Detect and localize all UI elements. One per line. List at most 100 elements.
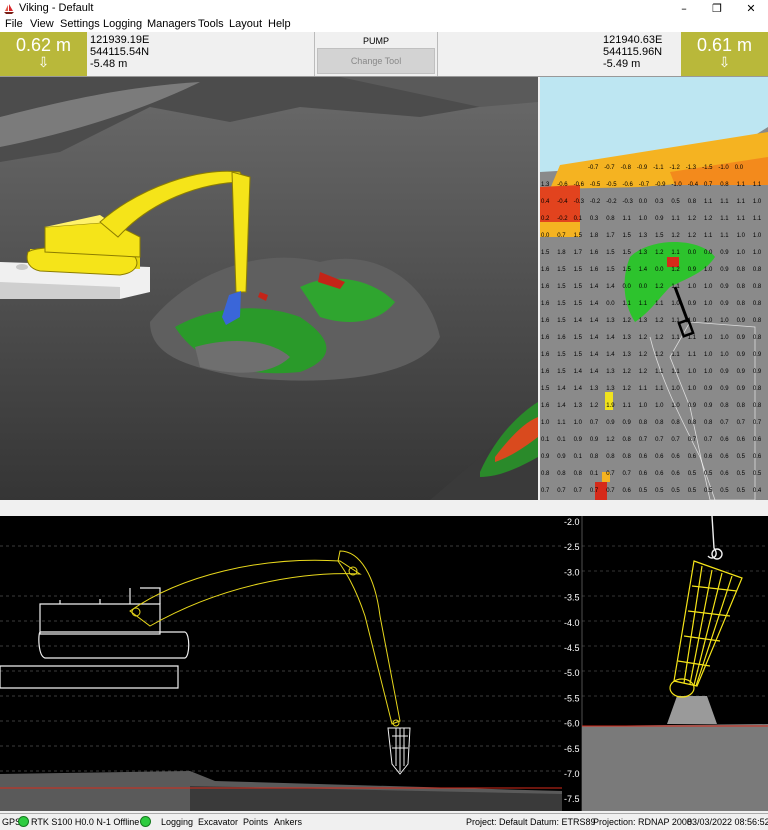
minimize-button[interactable]: – <box>667 0 701 17</box>
grid-cell-value: 1.4 <box>606 335 615 341</box>
grid-cell-value: 0.5 <box>688 471 697 477</box>
grid-cell-value: 1.5 <box>557 284 566 290</box>
grid-cell-value: 1.5 <box>606 250 615 256</box>
menu-logging[interactable]: Logging <box>103 18 142 30</box>
grid-cell-value: 0.8 <box>737 403 746 409</box>
grid-cell-value: 0.7 <box>623 471 632 477</box>
grid-cell-value: 1.2 <box>623 318 632 324</box>
grid-cell-value: -0.3 <box>574 199 585 205</box>
grid-cell-value: 0.0 <box>639 199 648 205</box>
tab-logging[interactable]: Logging <box>161 817 193 827</box>
gps-status-icon <box>18 816 29 827</box>
grid-cell-value: -0.6 <box>623 182 634 188</box>
depth-tick-label: -4.0 <box>564 618 580 628</box>
grid-cell-value: 0.3 <box>655 199 664 205</box>
grid-cell-value: 1.5 <box>557 318 566 324</box>
menu-layout[interactable]: Layout <box>229 18 262 30</box>
left-depth-value: 0.62 m <box>15 35 72 55</box>
grid-cell-value: 0.0 <box>606 301 615 307</box>
grid-cell-value: 0.8 <box>753 301 762 307</box>
grid-cell-value: 0.8 <box>574 471 583 477</box>
grid-cell-value: -0.7 <box>639 182 650 188</box>
3d-terrain-canvas[interactable] <box>0 77 538 500</box>
close-button[interactable]: ✕ <box>734 0 768 17</box>
grid-cell-value: 0.4 <box>753 488 762 494</box>
grid-cell-value: 0.9 <box>688 267 697 273</box>
grid-cell-value: 1.5 <box>541 386 550 392</box>
grid-cell-value: 0.7 <box>737 420 746 426</box>
grid-cell-value: -1.5 <box>702 165 713 171</box>
grid-cell-value: 1.1 <box>671 369 680 375</box>
grid-cell-value: 0.9 <box>574 437 583 443</box>
grid-cell-value: 0.6 <box>688 454 697 460</box>
grid-cell-value: 0.7 <box>639 437 648 443</box>
grid-cell-value: 1.5 <box>574 284 583 290</box>
grid-cell-value: 1.3 <box>606 318 615 324</box>
menu-help[interactable]: Help <box>268 18 291 30</box>
tab-ankers[interactable]: Ankers <box>274 817 302 827</box>
grid-cell-value: 0.9 <box>720 267 729 273</box>
grid-cell-value: 0.8 <box>720 403 729 409</box>
grid-cell-value: 0.5 <box>671 199 680 205</box>
grid-cell-value: 0.6 <box>720 471 729 477</box>
profile-canvas[interactable] <box>0 516 562 811</box>
tool-name: PUMP <box>362 36 389 46</box>
grid-cell-value: 0.8 <box>606 216 615 222</box>
grid-cell-value: 1.4 <box>590 318 599 324</box>
grid-cell-value: 1.4 <box>590 301 599 307</box>
grid-cell-value: 0.7 <box>557 233 566 239</box>
grid-cell-value: 0.8 <box>737 267 746 273</box>
grid-cell-value: 1.4 <box>606 352 615 358</box>
title-bar: Viking - Default – ❐ ✕ <box>0 0 768 17</box>
grid-cell-value: 0.5 <box>753 471 762 477</box>
grid-cell-value: 1.2 <box>623 386 632 392</box>
grid-cell-value: 0.9 <box>704 386 713 392</box>
grid-cell-value: 0.8 <box>737 284 746 290</box>
menu-managers[interactable]: Managers <box>147 18 196 30</box>
grid-cell-value: 0.6 <box>623 488 632 494</box>
left-northing: 544115.54N <box>90 46 150 58</box>
grid-cell-value: 0.9 <box>541 454 550 460</box>
grid-cell-value: 1.1 <box>623 403 632 409</box>
menu-settings[interactable]: Settings <box>60 18 100 30</box>
grid-cell-value: -1.1 <box>653 165 664 171</box>
maximize-button[interactable]: ❐ <box>700 0 734 17</box>
project-label: Project: Default <box>466 817 528 827</box>
grid-cell-value: 1.0 <box>688 369 697 375</box>
grid-cell-value: 1.3 <box>639 318 648 324</box>
tab-points[interactable]: Points <box>243 817 268 827</box>
grid-cell-value: 1.2 <box>704 216 713 222</box>
profile-view[interactable] <box>0 516 562 811</box>
section-canvas[interactable]: -2.0 -2.5 -3.0 -3.5 -4.0 -4.5 -5.0 -5.5 -6.0 -6.5… <box>562 516 768 811</box>
grid-cell-value: 1.8 <box>557 250 566 256</box>
grid-cell-value: 0.9 <box>737 369 746 375</box>
grid-cell-value: 0.9 <box>557 454 566 460</box>
menu-view[interactable]: View <box>30 18 54 30</box>
map-canvas[interactable]: -0.7 -0.7 -0.8 -0.9 -1.1 -1.2 -1.3 -1.5 -1.0 0.0 1… <box>540 77 768 500</box>
grid-cell-value: 0.8 <box>737 301 746 307</box>
plan-map-view[interactable]: -0.7 -0.7 -0.8 -0.9 -1.1 -1.2 -1.3 -1.5 -1.0 0.0 1… <box>540 77 768 500</box>
grid-cell-value: 1.0 <box>671 301 680 307</box>
3d-view[interactable]: ⊕ ▲ 🔒 ◀ R ▶ ⊕ ▼ ⊖ <box>0 77 538 500</box>
grid-cell-value: 0.9 <box>737 386 746 392</box>
grid-cell-value: 1.6 <box>541 352 550 358</box>
grid-cell-value: 1.0 <box>704 301 713 307</box>
grid-cell-value: 0.9 <box>606 420 615 426</box>
grid-cell-value: 0.8 <box>753 403 762 409</box>
grid-cell-value: -0.2 <box>557 216 568 222</box>
menu-file[interactable]: File <box>5 18 23 30</box>
grid-cell-value: 1.1 <box>671 352 680 358</box>
tab-excavator[interactable]: Excavator <box>198 817 238 827</box>
grid-cell-value: 1.0 <box>639 216 648 222</box>
grid-cell-value: 0.8 <box>688 199 697 205</box>
grid-cell-value: 0.1 <box>574 454 583 460</box>
section-view[interactable]: -2.0 -2.5 -3.0 -3.5 -4.0 -4.5 -5.0 -5.5 -6.0 -6.5… <box>562 516 768 811</box>
change-tool-button[interactable]: Change Tool <box>317 48 435 74</box>
depth-tick-label: -6.5 <box>564 744 580 754</box>
menu-tools[interactable]: Tools <box>198 18 224 30</box>
grid-cell-value: 1.0 <box>704 369 713 375</box>
grid-cell-value: -0.5 <box>590 182 601 188</box>
down-arrow-icon: ⇩ <box>718 54 731 70</box>
grid-cell-value: -0.6 <box>557 182 568 188</box>
grid-cell-value: 0.0 <box>623 284 632 290</box>
